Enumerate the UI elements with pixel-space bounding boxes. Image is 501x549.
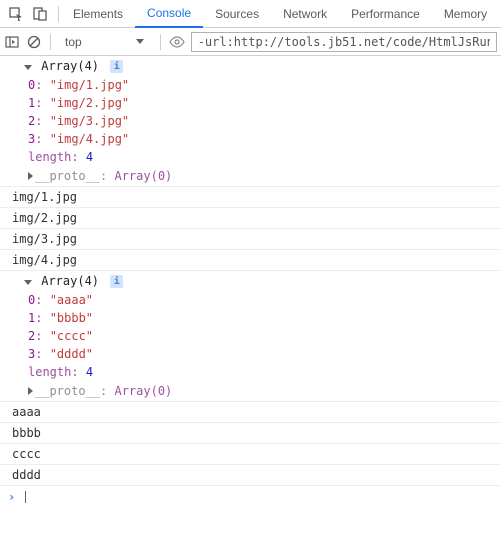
console-toolbar: top: [0, 28, 501, 56]
console-prompt[interactable]: ›: [0, 486, 501, 508]
array-entry: 3: "dddd": [0, 345, 501, 363]
array-entry: 0: "img/1.jpg": [0, 76, 501, 94]
log-text: img/2.jpg: [12, 211, 77, 225]
proto-key: __proto__: [35, 384, 100, 398]
expand-icon[interactable]: [28, 387, 33, 395]
array-length: length: 4: [0, 148, 501, 166]
entry-value: "img/4.jpg": [50, 132, 129, 146]
array-proto[interactable]: __proto__: Array(0): [0, 166, 501, 187]
array-entry: 1: "img/2.jpg": [0, 94, 501, 112]
live-expression-icon[interactable]: [169, 34, 185, 50]
log-text: aaaa: [12, 405, 41, 419]
log-line: dddd: [0, 465, 501, 486]
array-header: Array(4): [41, 59, 99, 73]
log-text: dddd: [12, 468, 41, 482]
proto-key: __proto__: [35, 169, 100, 183]
entry-value: "img/3.jpg": [50, 114, 129, 128]
length-key: length: [28, 150, 71, 164]
info-icon[interactable]: i: [110, 275, 123, 288]
inspect-icon[interactable]: [8, 6, 24, 22]
length-value: 4: [86, 365, 93, 379]
info-icon[interactable]: i: [110, 60, 123, 73]
array-header: Array(4): [41, 274, 99, 288]
tab-label: Performance: [351, 7, 420, 21]
device-toggle-icon[interactable]: [32, 6, 48, 22]
entry-value: "img/2.jpg": [50, 96, 129, 110]
tab-label: Memory: [444, 7, 487, 21]
tab-network[interactable]: Network: [271, 0, 339, 28]
sidebar-toggle-icon[interactable]: [4, 34, 20, 50]
log-line: bbbb: [0, 423, 501, 444]
text-cursor: [25, 491, 26, 503]
log-text: img/4.jpg: [12, 253, 77, 267]
filter-input[interactable]: [191, 32, 497, 52]
length-value: 4: [86, 150, 93, 164]
tabs-container: Elements Console Sources Network Perform…: [61, 0, 499, 28]
log-line: aaaa: [0, 402, 501, 423]
array-expanded[interactable]: Array(4) i: [0, 271, 501, 291]
dropdown-icon: [136, 39, 144, 44]
log-line: img/4.jpg: [0, 250, 501, 271]
length-key: length: [28, 365, 71, 379]
tab-label: Console: [147, 6, 191, 20]
console-output: Array(4) i 0: "img/1.jpg" 1: "img/2.jpg"…: [0, 56, 501, 508]
entry-value: "bbbb": [50, 311, 93, 325]
array-proto[interactable]: __proto__: Array(0): [0, 381, 501, 402]
array-entry: 2: "cccc": [0, 327, 501, 345]
array-entry: 3: "img/4.jpg": [0, 130, 501, 148]
array-entry: 2: "img/3.jpg": [0, 112, 501, 130]
log-text: img/3.jpg: [12, 232, 77, 246]
tab-sources[interactable]: Sources: [203, 0, 271, 28]
proto-value: Array(0): [114, 169, 172, 183]
array-length: length: 4: [0, 363, 501, 381]
chevron-right-icon: ›: [8, 488, 15, 506]
tab-label: Sources: [215, 7, 259, 21]
tab-label: Network: [283, 7, 327, 21]
log-line: cccc: [0, 444, 501, 465]
clear-console-icon[interactable]: [26, 34, 42, 50]
array-entry: 0: "aaaa": [0, 291, 501, 309]
context-selector[interactable]: top: [59, 35, 152, 49]
tab-memory[interactable]: Memory: [432, 0, 499, 28]
array-entry: 1: "bbbb": [0, 309, 501, 327]
entry-value: "cccc": [50, 329, 93, 343]
proto-value: Array(0): [114, 384, 172, 398]
context-label: top: [65, 35, 82, 49]
devtools-tab-bar: Elements Console Sources Network Perform…: [0, 0, 501, 28]
log-line: img/2.jpg: [0, 208, 501, 229]
log-text: cccc: [12, 447, 41, 461]
tab-performance[interactable]: Performance: [339, 0, 432, 28]
tab-console[interactable]: Console: [135, 0, 203, 28]
log-text: bbbb: [12, 426, 41, 440]
entry-value: "aaaa": [50, 293, 93, 307]
entry-value: "dddd": [50, 347, 93, 361]
tab-elements[interactable]: Elements: [61, 0, 135, 28]
log-line: img/1.jpg: [0, 187, 501, 208]
collapse-icon[interactable]: [24, 280, 32, 285]
array-expanded[interactable]: Array(4) i: [0, 56, 501, 76]
log-text: img/1.jpg: [12, 190, 77, 204]
expand-icon[interactable]: [28, 172, 33, 180]
tab-label: Elements: [73, 7, 123, 21]
entry-value: "img/1.jpg": [50, 78, 129, 92]
log-line: img/3.jpg: [0, 229, 501, 250]
collapse-icon[interactable]: [24, 65, 32, 70]
